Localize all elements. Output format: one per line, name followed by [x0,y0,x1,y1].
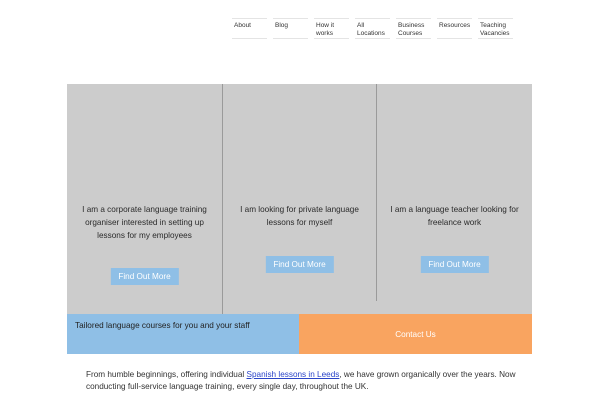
panel-text: I am looking for private language lesson… [240,205,359,227]
nav-item-label: How it [316,22,335,29]
nav-item-blog[interactable]: Blog [273,18,308,39]
nav-item-about[interactable]: About [232,18,267,39]
panel-text: I am a corporate language training organ… [82,205,207,240]
contact-us-button[interactable]: Contact Us [299,314,532,354]
find-out-more-button-corporate[interactable]: Find Out More [110,268,179,285]
nav-item-label: All [357,22,365,29]
panel-corporate: I am a corporate language training organ… [67,84,222,315]
nav-item-resources[interactable]: Resources [437,18,472,39]
nav-item-label-2: Courses [398,30,423,37]
nav-item-label: Blog [275,22,289,29]
find-out-more-button-private[interactable]: Find Out More [265,256,334,273]
nav-item-label: Resources [439,22,471,29]
panel-divider [376,84,377,301]
panel-teacher: I am a language teacher looking for free… [377,84,532,315]
nav-item-label-2: Vacancies [480,30,510,37]
nav-item-label: Business [398,22,425,29]
panel-text: I am a language teacher looking for free… [390,205,519,227]
panel-divider [222,84,223,315]
panel-private: I am looking for private language lesson… [222,84,377,315]
intro-paragraph: From humble beginnings, offering individ… [86,369,516,393]
nav-item-label-2: works [316,30,333,37]
intro-text-before: From humble beginnings, offering individ… [86,370,247,379]
nav-item-business-courses[interactable]: Business Courses [396,18,431,39]
top-nav: About Blog How it works All Locations Bu… [232,18,519,40]
contact-us-label: Contact Us [395,329,436,339]
nav-item-all-locations[interactable]: All Locations [355,18,390,39]
audience-panels: I am a corporate language training organ… [67,84,532,315]
spanish-lessons-link[interactable]: Spanish lessons in Leeds [247,370,340,379]
nav-item-label: About [234,22,251,29]
cta-strip: Tailored language courses for you and yo… [67,314,532,354]
tailored-courses-text: Tailored language courses for you and yo… [67,314,299,354]
nav-item-label: Teaching [480,22,507,29]
find-out-more-button-teacher[interactable]: Find Out More [420,256,489,273]
nav-item-label-2: Locations [357,30,385,37]
nav-item-teaching-vacancies[interactable]: Teaching Vacancies [478,18,513,39]
nav-item-how-it-works[interactable]: How it works [314,18,349,39]
